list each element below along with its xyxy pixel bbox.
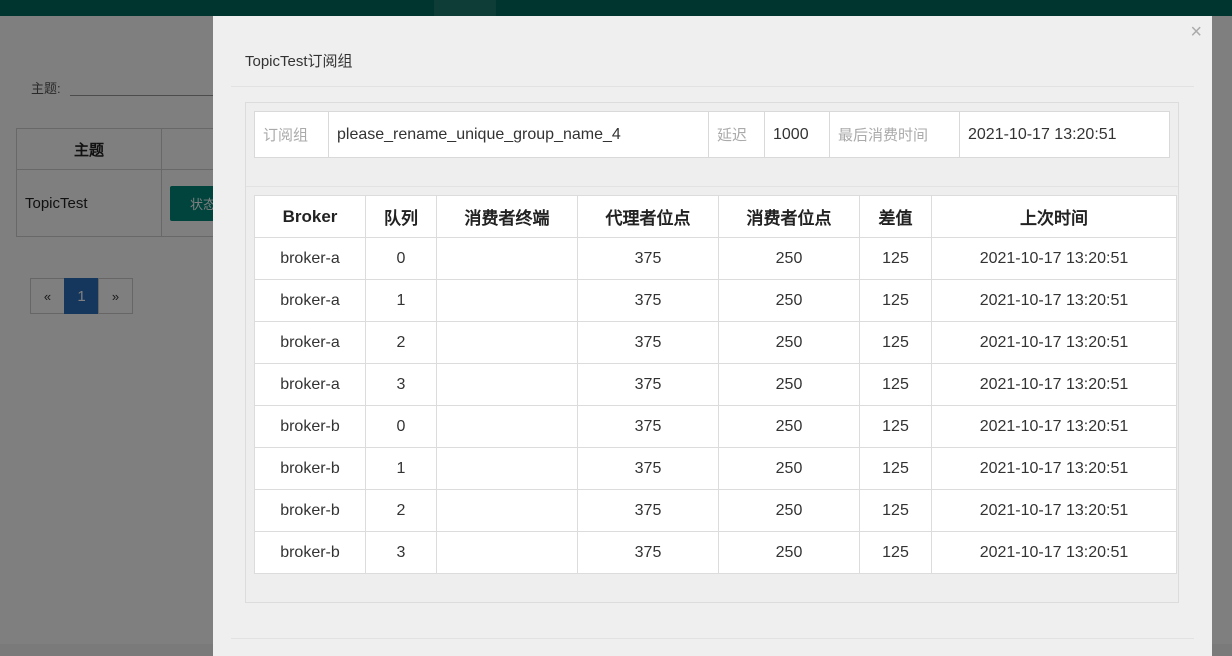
diff-cell: 125 [859,363,932,406]
broker-offset-cell: 375 [577,279,719,322]
broker-offset-cell: 375 [577,363,719,406]
consumer-client-cell [436,279,578,322]
last-consume-label: 最后消费时间 [838,127,929,144]
queue-cell: 2 [365,489,437,532]
group-label: 订阅组 [263,127,309,144]
last-time-cell: 2021-10-17 13:20:51 [931,405,1177,448]
diff-cell: 125 [859,447,932,490]
broker-offset-cell: 375 [577,489,719,532]
diff-cell: 125 [859,531,932,574]
consumer-client-cell [436,405,578,448]
broker-offset-cell: 375 [577,405,719,448]
broker-offset-column-header: 代理者位点 [577,195,719,238]
table-row: broker-b 3 375 250 125 2021-10-17 13:20:51 [254,531,1177,574]
consumer-client-cell [436,363,578,406]
table-row: broker-a 3 375 250 125 2021-10-17 13:20:51 [254,363,1177,406]
queue-column-header: 队列 [365,195,437,238]
consumer-client-cell [436,447,578,490]
last-time-cell: 2021-10-17 13:20:51 [931,237,1177,280]
diff-cell: 125 [859,279,932,322]
consumer-client-cell [436,237,578,280]
broker-offset-cell: 375 [577,237,719,280]
queue-cell: 2 [365,321,437,364]
broker-cell: broker-a [254,237,366,280]
modal-title: TopicTest订阅组 [245,53,353,70]
table-row: broker-b 0 375 250 125 2021-10-17 13:20:51 [254,405,1177,448]
last-time-cell: 2021-10-17 13:20:51 [931,489,1177,532]
queue-cell: 3 [365,363,437,406]
last-time-cell: 2021-10-17 13:20:51 [931,279,1177,322]
table-row: broker-a 0 375 250 125 2021-10-17 13:20:51 [254,237,1177,280]
consumer-offset-cell: 250 [718,489,860,532]
panel-divider [246,186,1178,187]
close-icon[interactable]: × [1190,21,1202,44]
consumer-offset-cell: 250 [718,363,860,406]
queue-cell: 0 [365,237,437,280]
subscription-group-modal: TopicTest订阅组 × 订阅组 please_rename_unique_… [213,16,1212,656]
broker-offset-cell: 375 [577,447,719,490]
table-row: broker-b 2 375 250 125 2021-10-17 13:20:51 [254,489,1177,532]
broker-offset-cell: 375 [577,531,719,574]
broker-cell: broker-b [254,447,366,490]
last-time-column-header: 上次时间 [931,195,1177,238]
diff-cell: 125 [859,405,932,448]
consumer-offset-cell: 250 [718,531,860,574]
group-name-value: please_rename_unique_group_name_4 [337,125,621,143]
broker-cell: broker-a [254,321,366,364]
last-time-cell: 2021-10-17 13:20:51 [931,321,1177,364]
queue-cell: 3 [365,531,437,574]
consumer-offset-cell: 250 [718,447,860,490]
table-body: broker-a 0 375 250 125 2021-10-17 13:20:51 bro… [254,237,1177,574]
group-info-bar: 订阅组 please_rename_unique_group_name_4 延迟… [254,111,1170,158]
consumer-offset-cell: 250 [718,321,860,364]
diff-cell: 125 [859,321,932,364]
delay-value-cell: 1000 [765,112,830,157]
consumer-client-cell [436,489,578,532]
broker-cell: broker-a [254,279,366,322]
broker-cell: broker-b [254,531,366,574]
broker-cell: broker-b [254,405,366,448]
diff-cell: 125 [859,489,932,532]
consumer-offset-column-header: 消费者位点 [718,195,860,238]
consumer-group-panel: 订阅组 please_rename_unique_group_name_4 延迟… [245,102,1179,603]
consumer-offset-cell: 250 [718,279,860,322]
delay-value: 1000 [773,125,809,143]
group-value-cell: please_rename_unique_group_name_4 [329,112,709,157]
last-consume-value-cell: 2021-10-17 13:20:51 [960,112,1169,157]
last-consume-value: 2021-10-17 13:20:51 [968,125,1117,143]
last-time-cell: 2021-10-17 13:20:51 [931,363,1177,406]
queue-offset-table: Broker 队列 消费者终端 代理者位点 消费者位点 差值 上次时间 broker-a 0 3… [254,195,1177,574]
table-header-row: Broker 队列 消费者终端 代理者位点 消费者位点 差值 上次时间 [254,195,1177,238]
table-row: broker-b 1 375 250 125 2021-10-17 13:20:51 [254,447,1177,490]
group-label-cell: 订阅组 [255,112,329,157]
queue-cell: 0 [365,405,437,448]
broker-column-header: Broker [254,195,366,238]
queue-cell: 1 [365,447,437,490]
consumer-offset-cell: 250 [718,405,860,448]
consumer-client-cell [436,531,578,574]
delay-label: 延迟 [717,127,748,144]
last-time-cell: 2021-10-17 13:20:51 [931,447,1177,490]
diff-cell: 125 [859,237,932,280]
queue-cell: 1 [365,279,437,322]
delay-label-cell: 延迟 [709,112,765,157]
last-time-cell: 2021-10-17 13:20:51 [931,531,1177,574]
broker-cell: broker-a [254,363,366,406]
consumer-client-cell [436,321,578,364]
diff-column-header: 差值 [859,195,932,238]
last-consume-label-cell: 最后消费时间 [830,112,960,157]
broker-offset-cell: 375 [577,321,719,364]
table-row: broker-a 2 375 250 125 2021-10-17 13:20:51 [254,321,1177,364]
consumer-client-column-header: 消费者终端 [436,195,578,238]
broker-cell: broker-b [254,489,366,532]
modal-header-divider [231,86,1194,87]
table-row: broker-a 1 375 250 125 2021-10-17 13:20:51 [254,279,1177,322]
consumer-offset-cell: 250 [718,237,860,280]
modal-footer-divider [231,638,1194,639]
